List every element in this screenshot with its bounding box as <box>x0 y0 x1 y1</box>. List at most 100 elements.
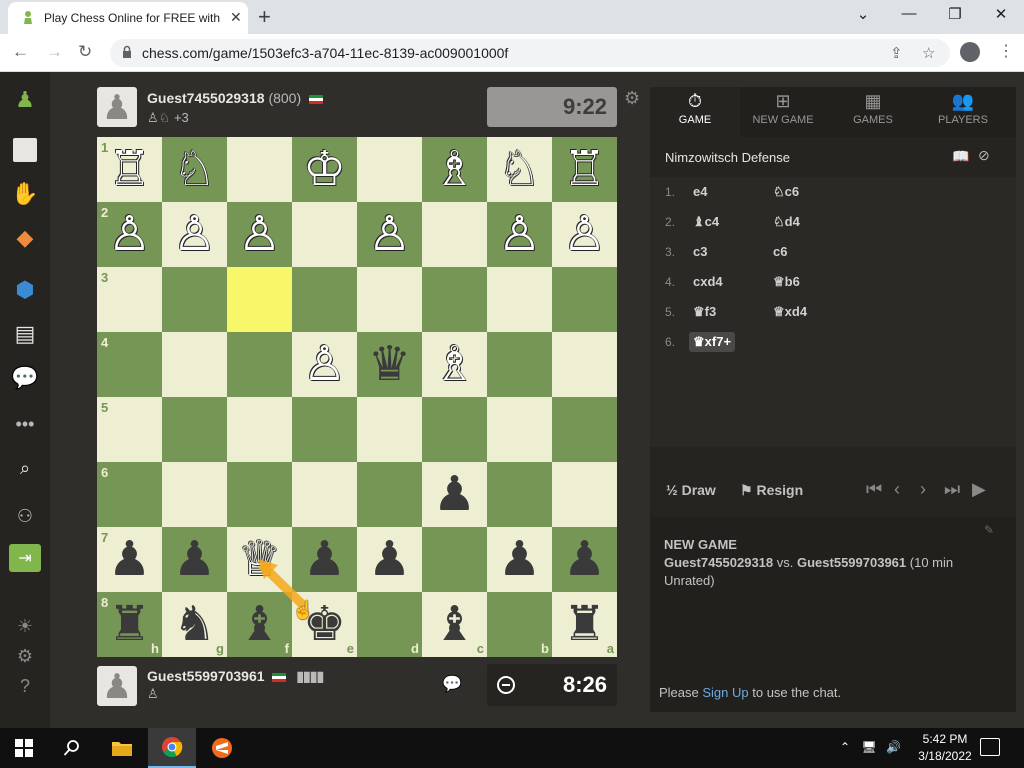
play-icon[interactable] <box>10 136 40 164</box>
bottom-player-name-row[interactable]: Guest5599703961 ▮▮▮▮ <box>147 668 324 685</box>
board-square[interactable]: ♛ <box>357 332 422 397</box>
news-icon[interactable]: ▤ <box>10 320 40 348</box>
notifications-icon[interactable] <box>980 738 1000 756</box>
board-square[interactable]: ♙ <box>357 202 422 267</box>
system-clock[interactable]: 5:42 PM 3/18/2022 <box>915 731 975 765</box>
board-square[interactable]: ♟ <box>552 527 617 592</box>
board-square[interactable]: 3 <box>97 267 162 332</box>
forward-button[interactable]: → <box>46 42 63 62</box>
board-square[interactable]: f ♝ <box>227 592 292 657</box>
board-square[interactable]: 5 <box>97 397 162 462</box>
new-tab-button[interactable]: + <box>258 4 271 30</box>
chessboard[interactable]: 1 ♖ ♘ ♔ ♗ ♘ ♖ 2 ♙ ♙ ♙ ♙ ♙ ♙ 3 4 ♙ ♛ ♗ 5 6 ♟ 7 ♟ ♟ ♕ ♟ ♟ ♟ ♟ 8 h ♜ g ♞ f ♝ e ♚ d… <box>97 137 617 657</box>
board-square[interactable] <box>552 267 617 332</box>
board-square[interactable]: ♙ <box>552 202 617 267</box>
windows-start-icon[interactable] <box>0 728 48 768</box>
black-pawn-piece[interactable]: ♟ <box>292 527 357 592</box>
board-square[interactable] <box>487 397 552 462</box>
white-pawn-piece[interactable]: ♙ <box>357 202 422 267</box>
board-square[interactable] <box>487 462 552 527</box>
board-square[interactable] <box>162 462 227 527</box>
board-square[interactable]: a ♜ <box>552 592 617 657</box>
black-pawn-piece[interactable]: ♟ <box>487 527 552 592</box>
board-square[interactable] <box>357 267 422 332</box>
white-pawn-piece[interactable]: ♙ <box>552 202 617 267</box>
board-square[interactable]: ♙ <box>227 202 292 267</box>
board-square[interactable]: 7 ♟ <box>97 527 162 592</box>
board-square[interactable]: ♟ <box>487 527 552 592</box>
share-icon[interactable]: ⇪ <box>890 44 903 62</box>
board-square[interactable] <box>422 527 487 592</box>
white-bishop-piece[interactable]: ♗ <box>422 137 487 202</box>
social-chat-icon[interactable]: 💬 <box>10 364 40 392</box>
board-square[interactable] <box>227 332 292 397</box>
black-pawn-piece[interactable]: ♟ <box>162 527 227 592</box>
board-square[interactable] <box>422 397 487 462</box>
board-square[interactable] <box>357 462 422 527</box>
tab-games[interactable]: ▦ GAMES <box>828 87 918 137</box>
black-queen-piece[interactable]: ♛ <box>357 332 422 397</box>
board-square[interactable]: 2 ♙ <box>97 202 162 267</box>
chrome-taskbar-icon[interactable] <box>148 728 196 768</box>
white-king-piece[interactable]: ♔ <box>292 137 357 202</box>
board-square[interactable]: ♗ <box>422 332 487 397</box>
board-square[interactable] <box>227 462 292 527</box>
black-pawn-piece[interactable]: ♟ <box>357 527 422 592</box>
play-moves-icon[interactable]: ▶ <box>972 479 986 500</box>
close-window-button[interactable]: ✕ <box>986 5 1016 23</box>
black-move[interactable]: ♘c6 <box>769 182 803 202</box>
board-square[interactable]: 8 h ♜ <box>97 592 162 657</box>
maximize-button[interactable]: ❐ <box>940 5 970 23</box>
board-square[interactable] <box>487 332 552 397</box>
board-square[interactable]: ♖ <box>552 137 617 202</box>
board-square[interactable]: c ♝ <box>422 592 487 657</box>
lessons-icon[interactable]: ⬢ <box>10 276 40 304</box>
black-knight-piece[interactable]: ♞ <box>162 592 227 657</box>
chess-logo-pawn-icon[interactable]: ♟ <box>10 86 40 114</box>
board-square[interactable]: ♔ <box>292 137 357 202</box>
tray-chevron-icon[interactable]: ⌃ <box>840 740 850 754</box>
black-bishop-piece[interactable]: ♝ <box>227 592 292 657</box>
white-move[interactable]: e4 <box>689 182 711 201</box>
white-bishop-piece[interactable]: ♗ <box>422 332 487 397</box>
white-move[interactable]: c3 <box>689 242 711 261</box>
back-button[interactable]: ← <box>12 42 29 62</box>
white-pawn-piece[interactable]: ♙ <box>292 332 357 397</box>
white-rook-piece[interactable]: ♖ <box>552 137 617 202</box>
white-move[interactable]: cxd4 <box>689 272 727 291</box>
white-move[interactable]: ♝c4 <box>689 212 723 232</box>
white-move[interactable]: ♛f3 <box>689 302 720 322</box>
board-square[interactable] <box>292 202 357 267</box>
board-square[interactable]: d <box>357 592 422 657</box>
bookmark-star-icon[interactable]: ☆ <box>922 44 935 62</box>
white-queen-piece[interactable]: ♕ <box>227 527 292 592</box>
white-knight-piece[interactable]: ♘ <box>162 137 227 202</box>
board-square[interactable] <box>487 267 552 332</box>
black-bishop-piece[interactable]: ♝ <box>422 592 487 657</box>
board-square[interactable] <box>552 332 617 397</box>
black-move[interactable]: ♕xd4 <box>769 302 811 322</box>
search-icon[interactable]: ⌕ <box>10 454 40 482</box>
board-square[interactable] <box>162 332 227 397</box>
previous-move-icon[interactable]: ‹ <box>894 479 900 500</box>
board-square[interactable] <box>227 397 292 462</box>
white-rook-piece[interactable]: ♖ <box>97 137 162 202</box>
board-square[interactable]: b <box>487 592 552 657</box>
board-square[interactable] <box>227 267 292 332</box>
chat-settings-icon[interactable]: ✎ <box>984 523 994 537</box>
board-square[interactable]: ♙ <box>292 332 357 397</box>
board-square[interactable] <box>292 267 357 332</box>
first-move-icon[interactable]: ⏮ <box>866 479 882 500</box>
white-move[interactable]: ♛xf7+ <box>689 332 736 352</box>
opening-name[interactable]: Nimzowitsch Defense <box>665 150 790 165</box>
board-square[interactable] <box>552 397 617 462</box>
chat-white-player[interactable]: Guest7455029318 <box>664 555 773 570</box>
tab-players[interactable]: 👥 PLAYERS <box>918 87 1008 137</box>
board-square[interactable]: ♕ <box>227 527 292 592</box>
black-pawn-piece[interactable]: ♟ <box>97 527 162 592</box>
board-square[interactable]: ♟ <box>357 527 422 592</box>
board-square[interactable] <box>552 462 617 527</box>
board-square[interactable]: ♟ <box>292 527 357 592</box>
url-omnibox[interactable]: chess.com/game/1503efc3-a704-11ec-8139-a… <box>110 39 950 67</box>
minimize-button[interactable]: — <box>894 5 924 22</box>
